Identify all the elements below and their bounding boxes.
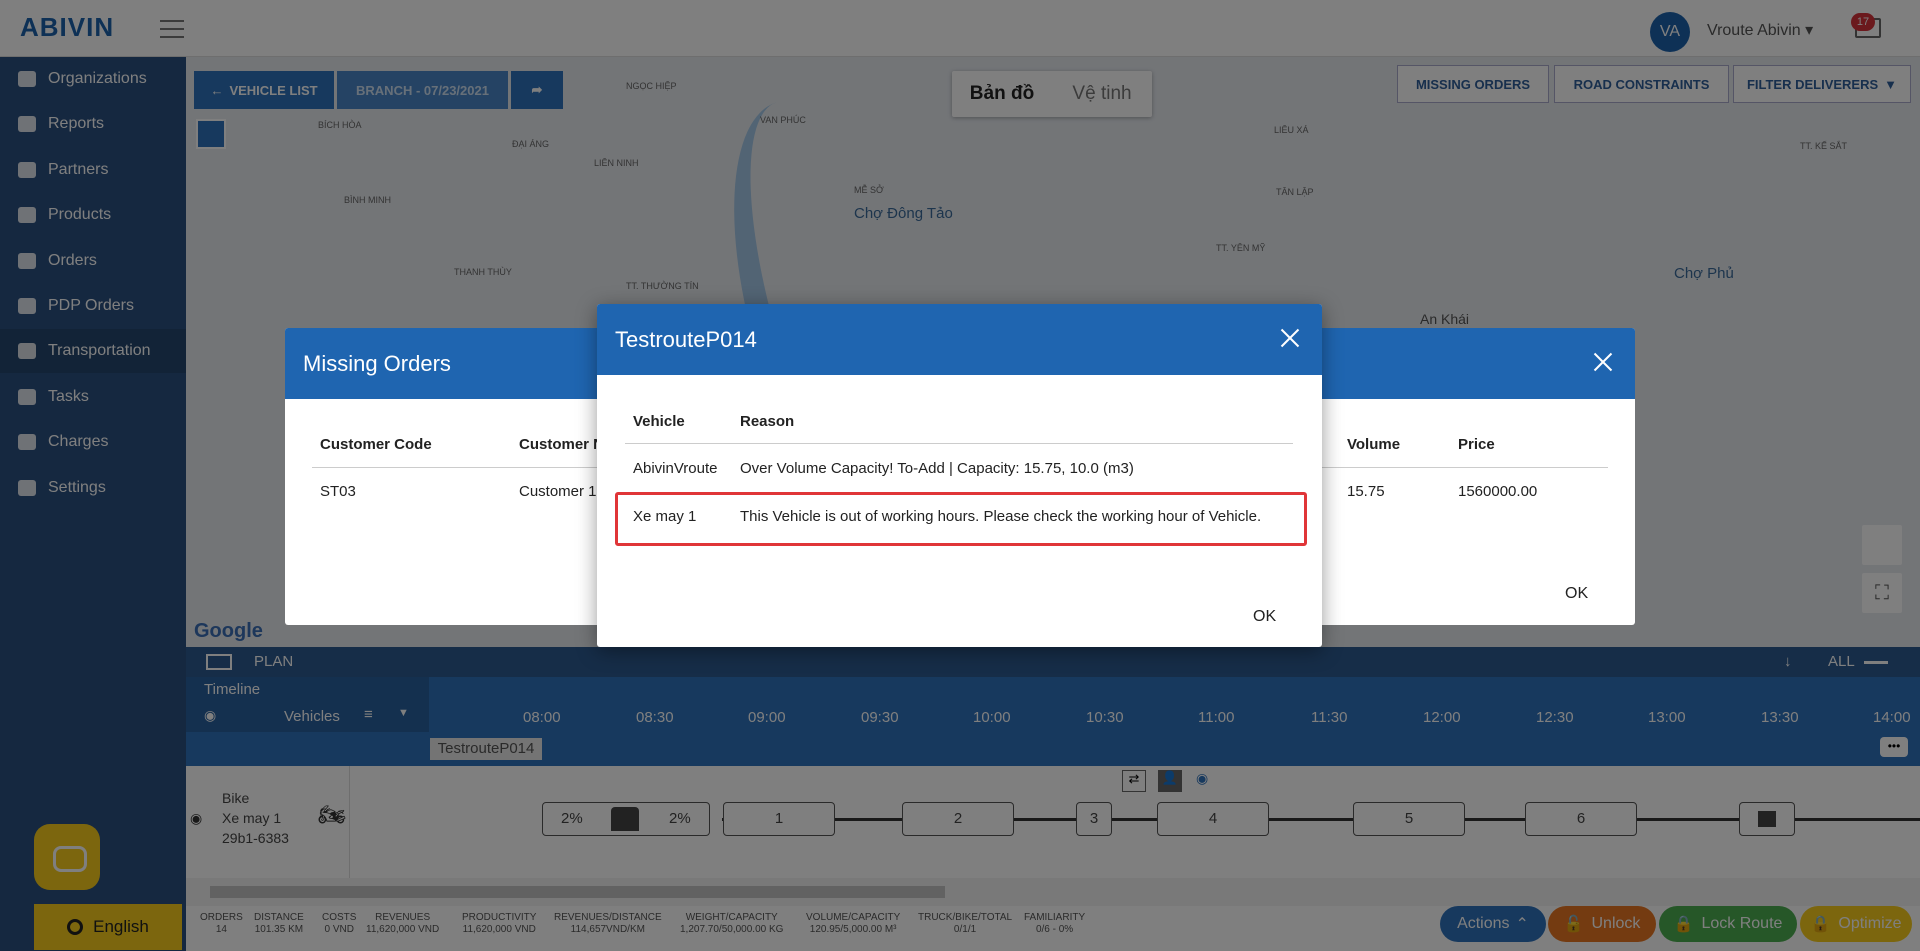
cell-vehicle: AbivinVroute bbox=[633, 460, 718, 477]
column-header: Volume bbox=[1347, 436, 1401, 453]
dialog-title: TestrouteP014 bbox=[615, 326, 757, 352]
cell-price: 1560000.00 bbox=[1458, 483, 1538, 500]
divider bbox=[625, 443, 1293, 444]
close-icon[interactable] bbox=[1277, 326, 1303, 352]
cell-volume: 15.75 bbox=[1347, 483, 1385, 500]
route-reason-dialog: TestrouteP014 Vehicle Reason AbivinVrout… bbox=[597, 304, 1322, 647]
ok-button[interactable]: OK bbox=[1253, 608, 1276, 626]
cell-vehicle: Xe may 1 bbox=[633, 508, 697, 525]
dialog-header: TestrouteP014 bbox=[597, 304, 1322, 375]
dialog-title: Missing Orders bbox=[303, 350, 451, 376]
cell-customer-name: Customer 1 bbox=[519, 483, 597, 500]
cell-customer-code: ST03 bbox=[320, 483, 356, 500]
column-header: Customer N bbox=[519, 436, 605, 453]
close-icon[interactable] bbox=[1590, 350, 1616, 376]
highlighted-row: Xe may 1 This Vehicle is out of working … bbox=[615, 492, 1307, 546]
column-header: Vehicle bbox=[633, 413, 685, 430]
column-header: Customer Code bbox=[320, 436, 432, 453]
column-header: Reason bbox=[740, 413, 795, 430]
cell-reason: This Vehicle is out of working hours. Pl… bbox=[740, 508, 1262, 525]
column-header: Price bbox=[1458, 436, 1495, 453]
cell-reason: Over Volume Capacity! To-Add | Capacity:… bbox=[740, 460, 1134, 477]
ok-button[interactable]: OK bbox=[1565, 585, 1588, 603]
